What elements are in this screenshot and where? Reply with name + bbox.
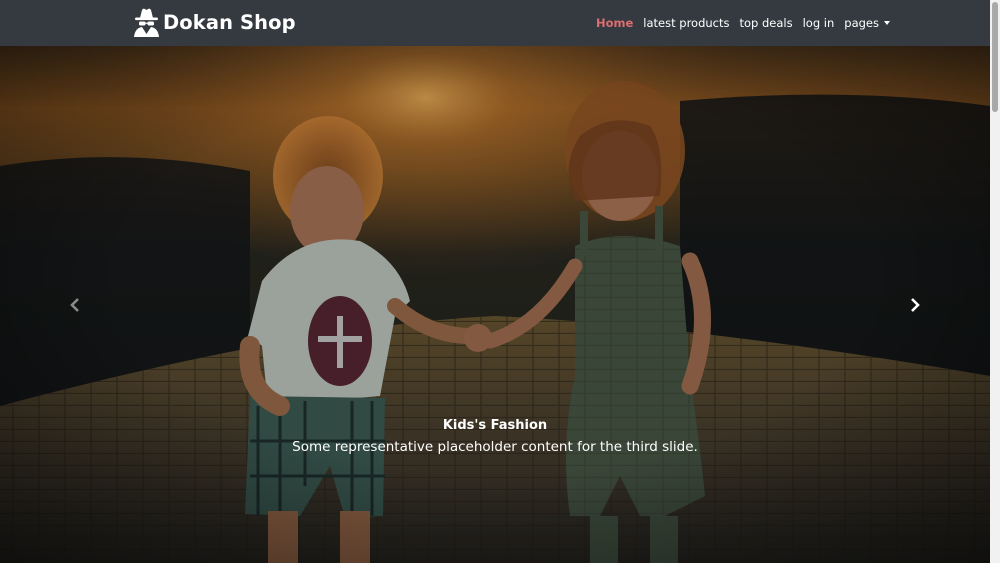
nav-top-deals[interactable]: top deals — [740, 16, 793, 30]
hero-carousel: Kids's Fashion Some representative place… — [0, 46, 990, 563]
caption-text: Some representative placeholder content … — [292, 439, 698, 455]
chevron-right-icon — [911, 297, 920, 312]
nav-pages-label: pages — [844, 16, 879, 30]
spy-icon — [133, 7, 160, 37]
scrollbar-thumb[interactable] — [992, 2, 998, 112]
nav-latest-products[interactable]: latest products — [643, 16, 729, 30]
nav-links: Home latest products top deals log in pa… — [586, 0, 890, 46]
carousel-prev-button[interactable] — [0, 46, 150, 563]
chevron-left-icon — [70, 297, 79, 312]
page-scrollbar[interactable] — [990, 0, 1000, 563]
carousel-next-button[interactable] — [840, 46, 990, 563]
caption-title: Kids's Fashion — [442, 418, 548, 433]
caret-down-icon — [884, 21, 890, 25]
brand-link[interactable]: Dokan Shop — [133, 6, 296, 38]
nav-pages-dropdown[interactable]: pages — [844, 16, 890, 30]
brand-name: Dokan Shop — [163, 10, 296, 34]
nav-log-in[interactable]: log in — [803, 16, 835, 30]
nav-home[interactable]: Home — [596, 16, 633, 30]
carousel-caption: Kids's Fashion Some representative place… — [150, 418, 840, 455]
navbar: Dokan Shop Home latest products top deal… — [0, 0, 990, 46]
